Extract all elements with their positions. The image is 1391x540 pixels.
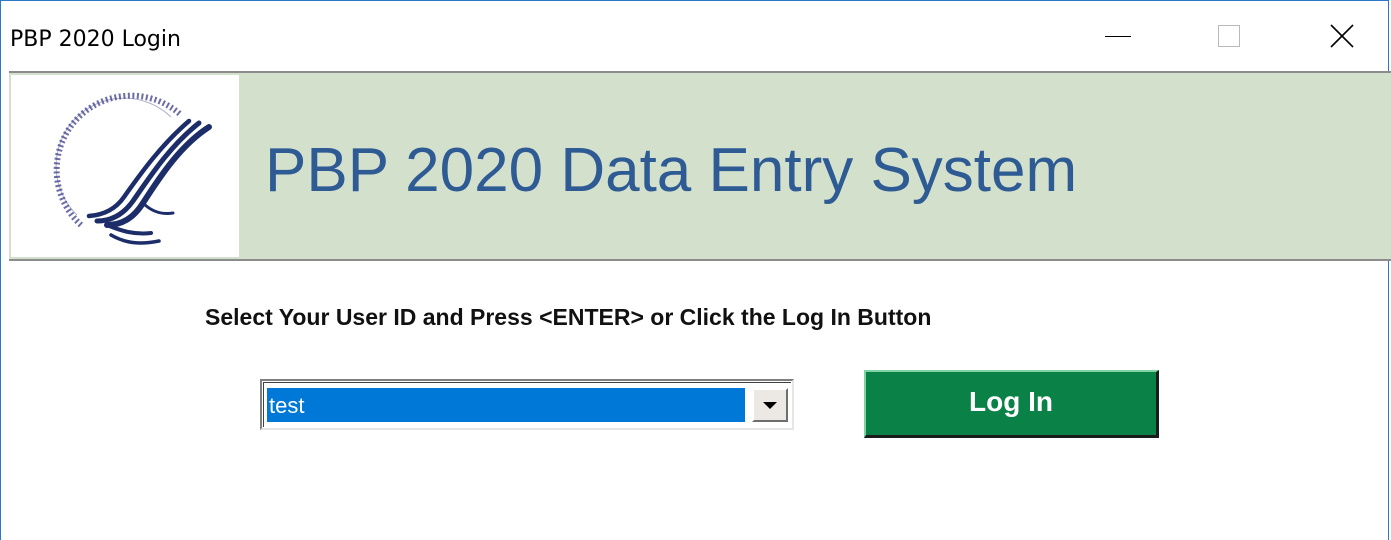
title-bar[interactable]: PBP 2020 Login bbox=[1, 1, 1388, 71]
maximize-icon bbox=[1218, 25, 1240, 47]
maximize-button[interactable] bbox=[1184, 1, 1274, 71]
close-icon bbox=[1330, 24, 1354, 48]
login-button-label: Log In bbox=[969, 385, 1053, 417]
header-banner: PBP 2020 Data Entry System bbox=[9, 71, 1391, 261]
minimize-button[interactable] bbox=[1073, 1, 1163, 71]
hhs-seal-icon bbox=[53, 92, 212, 245]
banner-title: PBP 2020 Data Entry System bbox=[265, 136, 1078, 205]
login-button[interactable]: Log In bbox=[864, 370, 1159, 438]
user-id-select[interactable]: test bbox=[260, 379, 794, 430]
minimize-icon bbox=[1105, 35, 1131, 37]
user-id-select-frame: test bbox=[263, 382, 791, 427]
window-title: PBP 2020 Login bbox=[10, 27, 181, 52]
chevron-down-icon bbox=[763, 401, 777, 409]
dropdown-button[interactable] bbox=[752, 388, 788, 422]
login-window: PBP 2020 Login PBP 2020 Data Entry Syste… bbox=[0, 0, 1391, 540]
close-button[interactable] bbox=[1297, 1, 1387, 71]
user-id-selected-value[interactable]: test bbox=[267, 388, 745, 422]
login-instruction: Select Your User ID and Press <ENTER> or… bbox=[205, 304, 932, 330]
logo-panel bbox=[11, 75, 239, 257]
